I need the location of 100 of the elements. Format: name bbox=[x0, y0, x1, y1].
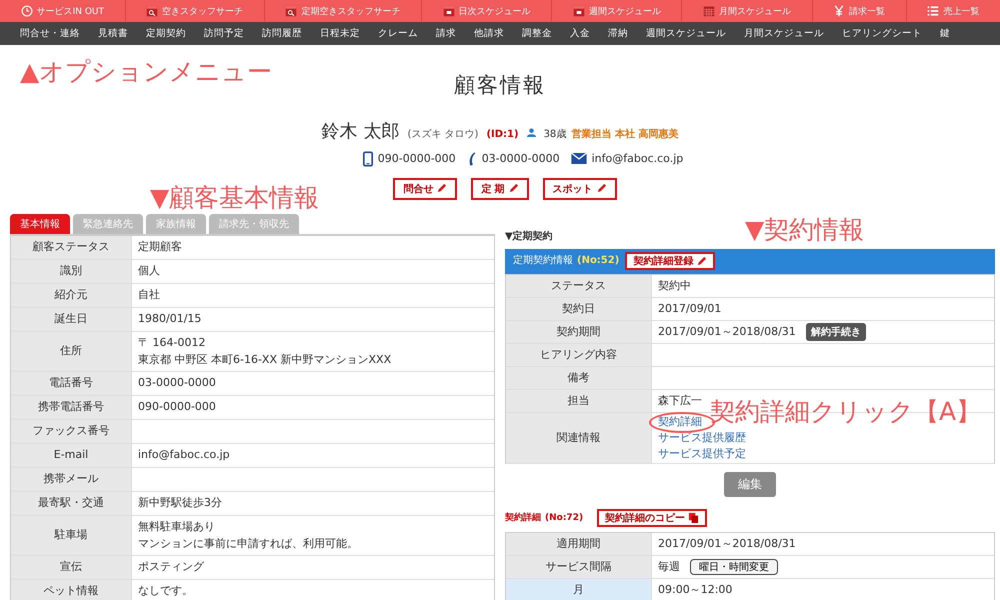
field-value: info@faboc.co.jp bbox=[138, 448, 231, 462]
field-value: 2017/09/01～2018/08/31 bbox=[658, 324, 796, 339]
pencil-icon bbox=[596, 183, 607, 194]
field-label: 宣伝 bbox=[11, 556, 132, 579]
nav-link[interactable]: 定期契約 bbox=[138, 27, 196, 40]
field-label: 識別 bbox=[11, 260, 132, 283]
nav-link[interactable]: 入金 bbox=[562, 27, 600, 40]
field-value: 2017/09/01～2018/08/31 bbox=[658, 536, 796, 551]
field-value: 03-0000-0000 bbox=[138, 376, 217, 390]
related-link[interactable]: サービス提供履歴 bbox=[658, 430, 746, 444]
field-label: 備考 bbox=[506, 366, 652, 389]
field-value: 個人 bbox=[138, 264, 161, 278]
nav-link[interactable]: クレーム bbox=[370, 27, 428, 40]
calendar-search-icon bbox=[146, 5, 158, 17]
field-value: 09:00～12:00 bbox=[658, 582, 732, 597]
yen-icon bbox=[833, 5, 846, 17]
field-label: サービス間隔 bbox=[506, 556, 652, 578]
field-label: 紹介元 bbox=[11, 284, 132, 307]
tab[interactable]: 基本情報 bbox=[10, 214, 70, 234]
action-button[interactable]: スポット bbox=[542, 178, 617, 200]
nav-link[interactable]: 鍵 bbox=[932, 27, 960, 40]
customer-age: 38歳 bbox=[544, 129, 566, 141]
field-label: 誕生日 bbox=[11, 308, 132, 331]
change-schedule-button[interactable]: 曜日・時間変更 bbox=[690, 558, 778, 575]
field-label: ファックス番号 bbox=[11, 420, 132, 443]
copy-icon bbox=[688, 512, 700, 524]
field-label: ステータス bbox=[506, 274, 652, 297]
mail-icon bbox=[570, 153, 587, 164]
edit-button[interactable]: 編集 bbox=[724, 472, 776, 497]
field-value: 090-0000-000 bbox=[138, 400, 217, 414]
field-value: なしです。 bbox=[138, 584, 194, 598]
field-value: 無料駐車場あり bbox=[138, 520, 216, 534]
field-value: 〒 164-0012 bbox=[138, 336, 206, 350]
field-label: 関連情報 bbox=[506, 412, 652, 463]
detail-number: (No:72) bbox=[545, 512, 584, 525]
nav-link[interactable]: 見積書 bbox=[90, 27, 138, 40]
nav-link[interactable]: 他請求 bbox=[466, 27, 514, 40]
nav-link[interactable]: 訪問履歴 bbox=[254, 27, 312, 40]
nav-link[interactable]: 問合せ・連絡 bbox=[12, 27, 90, 40]
pencil-icon bbox=[696, 256, 708, 267]
clock-icon bbox=[20, 5, 33, 17]
nav-link[interactable]: 日程未定 bbox=[312, 27, 370, 40]
field-label: 電話番号 bbox=[11, 372, 132, 395]
sales-staff: 営業担当 本社 高岡惠美 bbox=[571, 129, 678, 141]
field-label: 最寄駅・交通 bbox=[11, 492, 132, 515]
person-icon bbox=[526, 128, 536, 138]
pencil-icon bbox=[508, 183, 519, 194]
annotation-text: ▲オプションメニュー bbox=[20, 58, 272, 86]
field-label: 適用期間 bbox=[506, 532, 652, 555]
field-label: 顧客ステータス bbox=[11, 236, 132, 259]
nav-link[interactable]: 週間スケジュール bbox=[638, 27, 736, 40]
related-link[interactable]: サービス提供予定 bbox=[658, 446, 746, 460]
annotation-text: 契約詳細クリック【A】 bbox=[710, 398, 982, 426]
contract-number: (No:52) bbox=[577, 254, 620, 268]
annotation-text: ▼顧客基本情報 bbox=[150, 184, 320, 212]
cancel-contract-button[interactable]: 解約手続き bbox=[806, 322, 866, 341]
field-value: 森下広一 bbox=[658, 394, 702, 408]
field-value: マンションに事前に申請すれば、利用可能。 bbox=[138, 536, 359, 551]
customer-name: 鈴木 太郎 bbox=[322, 122, 400, 143]
top-menu-item[interactable]: 売上一覧 bbox=[906, 0, 1000, 22]
section-title: ▼定期契約 bbox=[505, 230, 553, 243]
mobile-number: 090-0000-000 bbox=[378, 152, 456, 166]
pencil-icon bbox=[436, 183, 448, 194]
field-value: 東京都 中野区 本町6-16-XX 新中野マンションXXX bbox=[138, 352, 392, 367]
action-button[interactable]: 問合せ bbox=[393, 178, 458, 200]
calendar-search-icon bbox=[285, 5, 298, 17]
contract-header-title: 定期契約情報 bbox=[513, 254, 573, 268]
field-label: 月 bbox=[506, 578, 652, 600]
nav-link[interactable]: 調整金 bbox=[514, 27, 562, 40]
page-title: 顧客情報 bbox=[454, 73, 546, 98]
register-detail-button[interactable]: 契約詳細登録 bbox=[625, 252, 716, 270]
nav-link[interactable]: ヒアリングシート bbox=[834, 27, 932, 40]
phone-number: 03-0000-0000 bbox=[482, 152, 560, 166]
email-address: info@faboc.co.jp bbox=[592, 152, 684, 166]
field-label: ヒアリング内容 bbox=[506, 344, 652, 366]
calendar-icon bbox=[442, 5, 455, 17]
nav-link[interactable]: 月間スケジュール bbox=[736, 27, 834, 40]
field-value: 2017/09/01 bbox=[658, 302, 722, 316]
customer-kana: (スズキ タロウ) bbox=[407, 129, 478, 141]
field-value: 定期顧客 bbox=[138, 240, 183, 254]
field-label: 駐車場 bbox=[11, 516, 132, 555]
list-icon bbox=[927, 5, 940, 17]
field-label: 担当 bbox=[506, 390, 652, 412]
related-link[interactable]: 契約詳細 bbox=[658, 414, 702, 428]
field-value: 1980/01/15 bbox=[138, 312, 202, 326]
field-value: 契約中 bbox=[658, 278, 691, 293]
detail-title: 契約詳細 bbox=[505, 511, 541, 525]
field-value: 毎週 bbox=[658, 560, 680, 574]
field-label: 契約期間 bbox=[506, 320, 652, 343]
field-value: 新中野駅徒歩3分 bbox=[138, 496, 223, 510]
field-label: E-mail bbox=[11, 444, 132, 467]
nav-link[interactable]: 訪問予定 bbox=[196, 27, 254, 40]
calendar-grid-icon bbox=[703, 5, 716, 17]
mobile-phone-icon bbox=[362, 150, 373, 167]
field-value: ポスティング bbox=[138, 560, 206, 574]
copy-detail-button[interactable]: 契約詳細のコピー bbox=[597, 508, 708, 527]
customer-id: (ID:1) bbox=[486, 129, 519, 141]
nav-link[interactable]: 滞納 bbox=[600, 27, 638, 40]
action-button[interactable]: 定 期 bbox=[471, 178, 529, 200]
nav-link[interactable]: 請求 bbox=[428, 27, 466, 40]
